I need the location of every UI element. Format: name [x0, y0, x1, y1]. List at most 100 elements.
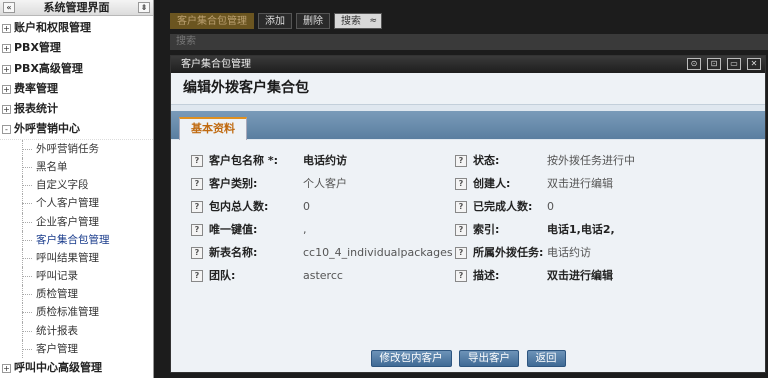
pin-icon[interactable]: ⇟	[138, 2, 150, 13]
help-icon[interactable]: ?	[455, 178, 467, 190]
help-icon[interactable]: ?	[191, 201, 203, 213]
expand-icon[interactable]: +	[2, 105, 11, 115]
tree-leaf-blacklist[interactable]: 黑名单	[0, 157, 153, 177]
field-value[interactable]: 电话约访	[303, 152, 347, 170]
tree-leaf-customer-packages[interactable]: 客户集合包管理	[0, 230, 153, 250]
field-value: 按外拨任务进行中	[547, 154, 635, 167]
field-value: 0	[303, 200, 310, 213]
restore-icon[interactable]: ⊙	[687, 58, 701, 70]
dialog-actions: 修改包内客户 导出客户 返回	[171, 350, 765, 367]
field-value: astercc	[303, 269, 343, 282]
tree-leaf-business-customers[interactable]: 企业客户管理	[0, 212, 153, 231]
collapse-icon[interactable]: -	[2, 125, 11, 135]
collapse-sidebar-icon[interactable]: «	[3, 2, 15, 13]
field-description: ? 描述: 双击进行编辑	[455, 267, 755, 285]
add-button[interactable]: 添加	[258, 13, 292, 29]
field-unique-key: ? 唯一键值: ,	[191, 221, 461, 239]
tree-node-label: 外呼营销中心	[14, 122, 80, 136]
tree-node-rates[interactable]: + 费率管理	[0, 79, 153, 99]
tree-leaf-custom-fields[interactable]: 自定义字段	[0, 176, 153, 195]
help-icon[interactable]: ?	[191, 247, 203, 259]
field-label: 新表名称:	[209, 246, 258, 259]
field-label: 客户类别:	[209, 177, 258, 190]
minimize-icon[interactable]: ▭	[727, 58, 741, 70]
sidebar-header: « 系统管理界面 ⇟	[0, 0, 153, 16]
field-label: 描述:	[473, 269, 500, 282]
form-body: ? 客户包名称 *: 电话约访 ? 客户类别: 个人客户 ? 包内总人数: 0 …	[171, 140, 765, 372]
search-panel: 搜索	[170, 34, 768, 50]
window-controls: ⊙ ⊡ ▭ ✕	[687, 58, 761, 70]
help-icon[interactable]: ?	[191, 224, 203, 236]
expand-icon[interactable]: +	[2, 364, 11, 374]
field-label: 包内总人数:	[209, 200, 269, 213]
help-icon[interactable]: ?	[191, 178, 203, 190]
field-status: ? 状态: 按外拨任务进行中	[455, 152, 755, 170]
tree-leaf-individual-customers[interactable]: 个人客户管理	[0, 194, 153, 213]
field-label: 唯一键值:	[209, 223, 258, 236]
tree-leaf-quality-check[interactable]: 质检管理	[0, 285, 153, 304]
search-toggle-button[interactable]: 搜索 ≈	[334, 13, 382, 29]
tree-leaf-call-results[interactable]: 呼叫结果管理	[0, 248, 153, 268]
help-icon[interactable]: ?	[455, 270, 467, 282]
tree-node-label: 账户和权限管理	[14, 21, 91, 34]
field-customer-type: ? 客户类别: 个人客户	[191, 175, 461, 193]
sidebar: « 系统管理界面 ⇟ + 账户和权限管理 + PBX管理 + PBX高级管理 + 费率管…	[0, 0, 154, 378]
field-label: 索引:	[473, 223, 500, 236]
tree-node-pbx[interactable]: + PBX管理	[0, 38, 153, 58]
field-label: 创建人:	[473, 177, 511, 190]
field-label: 状态:	[473, 154, 500, 167]
tab-basic-info[interactable]: 基本资料	[179, 117, 247, 140]
expand-icon[interactable]: +	[2, 84, 11, 94]
help-icon[interactable]: ?	[455, 247, 467, 259]
tree-leaf-outbound-task[interactable]: 外呼营销任务	[0, 139, 153, 159]
field-label: 所属外拨任务:	[473, 246, 544, 259]
field-value[interactable]: 个人客户	[303, 175, 347, 193]
tab-customer-packages[interactable]: 客户集合包管理	[170, 13, 254, 29]
help-icon[interactable]: ?	[191, 270, 203, 282]
chevron-up-icon: ≈	[369, 16, 377, 26]
field-total-count: ? 包内总人数: 0	[191, 198, 461, 216]
field-completed-count: ? 已完成人数: 0	[455, 198, 755, 216]
field-label: 客户包名称 *:	[209, 154, 278, 167]
edit-package-customers-button[interactable]: 修改包内客户	[370, 350, 452, 367]
delete-button[interactable]: 删除	[296, 13, 330, 29]
field-label: 团队:	[209, 269, 236, 282]
maximize-icon[interactable]: ⊡	[707, 58, 721, 70]
tree-node-label: PBX管理	[14, 41, 61, 55]
close-icon[interactable]: ✕	[747, 58, 761, 70]
help-icon[interactable]: ?	[455, 201, 467, 213]
dialog-title: 客户集合包管理	[181, 59, 251, 70]
search-label: 搜索	[341, 16, 361, 27]
field-value: 0	[547, 200, 554, 213]
dialog-titlebar[interactable]: 客户集合包管理 ⊙ ⊡ ▭ ✕	[171, 56, 765, 73]
expand-icon[interactable]: +	[2, 24, 11, 33]
tree-leaf-customer-management[interactable]: 客户管理	[0, 339, 153, 359]
toolbar: 客户集合包管理 添加 删除 搜索 ≈	[170, 13, 382, 31]
expand-icon[interactable]: +	[2, 44, 11, 54]
field-value: 电话1,电话2,	[547, 223, 615, 236]
field-value[interactable]: 双击进行编辑	[547, 175, 613, 193]
field-value[interactable]: 双击进行编辑	[547, 267, 613, 285]
field-label: 已完成人数:	[473, 200, 533, 213]
tree-node-reports[interactable]: + 报表统计	[0, 99, 153, 119]
field-value: ,	[303, 223, 307, 236]
field-new-table-name: ? 新表名称: cc10_4_individualpackages	[191, 244, 461, 262]
export-customers-button[interactable]: 导出客户	[459, 350, 519, 367]
edit-package-dialog: 客户集合包管理 ⊙ ⊡ ▭ ✕ 编辑外拨客户集合包 基本资料 ? 客户包名称 *…	[170, 55, 766, 373]
tree-node-label: 费率管理	[14, 81, 58, 95]
form-title: 编辑外拨客户集合包	[171, 73, 765, 105]
tree-node-label: PBX高级管理	[14, 61, 83, 75]
tree-node-outbound-center[interactable]: - 外呼营销中心	[0, 119, 153, 140]
tree-node-callcenter-advanced[interactable]: + 呼叫中心高级管理	[0, 358, 153, 378]
expand-icon[interactable]: +	[2, 64, 11, 74]
tree-node-pbx-advanced[interactable]: + PBX高级管理	[0, 59, 153, 79]
nav-tree: + 账户和权限管理 + PBX管理 + PBX高级管理 + 费率管理 + 报表统计 - 外呼…	[0, 16, 153, 378]
back-button[interactable]: 返回	[526, 350, 566, 367]
tree-node-accounts[interactable]: + 账户和权限管理	[0, 18, 153, 38]
help-icon[interactable]: ?	[455, 155, 467, 167]
tree-leaf-statistics[interactable]: 统计报表	[0, 321, 153, 341]
help-icon[interactable]: ?	[191, 155, 203, 167]
tree-leaf-quality-standards[interactable]: 质检标准管理	[0, 303, 153, 322]
help-icon[interactable]: ?	[455, 224, 467, 236]
tree-leaf-call-records[interactable]: 呼叫记录	[0, 267, 153, 286]
